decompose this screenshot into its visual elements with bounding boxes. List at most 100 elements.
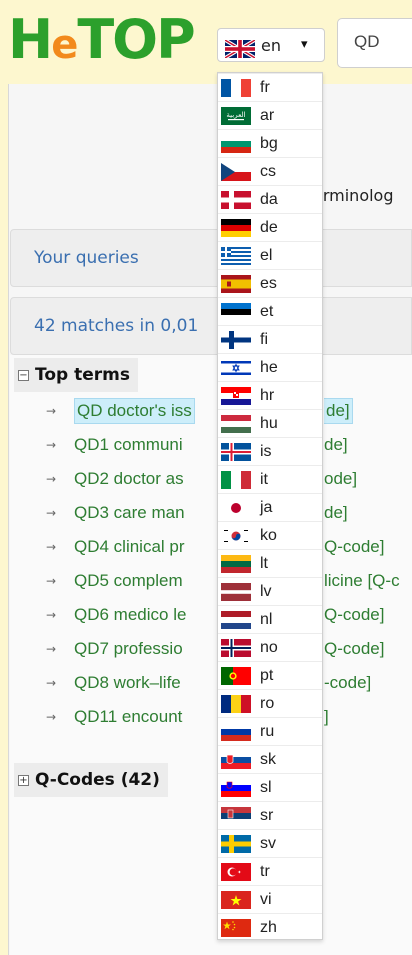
term-label[interactable]: QD4 clinical pr	[74, 537, 185, 557]
language-option-ja[interactable]: ja	[218, 493, 322, 521]
term-row-tail[interactable]: de]	[324, 431, 348, 459]
hetop-logo[interactable]: HeTOP	[8, 10, 196, 75]
language-option-sv[interactable]: sv	[218, 829, 322, 857]
language-option-el[interactable]: el	[218, 241, 322, 269]
term-label[interactable]: QD11 encount	[74, 707, 182, 727]
term-row-tail[interactable]: ode]	[324, 465, 357, 493]
language-code: ar	[260, 106, 275, 124]
language-option-vi[interactable]: vi	[218, 885, 322, 913]
term-label-tail[interactable]: Q-code]	[324, 605, 384, 625]
term-label-tail[interactable]: de]	[324, 398, 353, 424]
language-code: lv	[260, 582, 272, 600]
term-row[interactable]: → QD1 communi	[46, 431, 183, 459]
language-option-sl[interactable]: sl	[218, 773, 322, 801]
term-label[interactable]: QD7 professio	[74, 639, 183, 659]
term-row[interactable]: → QD11 encount	[46, 703, 182, 731]
language-code: is	[260, 442, 272, 460]
term-label[interactable]: QD doctor's iss	[74, 398, 195, 424]
term-label[interactable]: QD6 medico le	[74, 605, 186, 625]
language-option-et[interactable]: et	[218, 297, 322, 325]
search-input[interactable]	[354, 32, 412, 52]
term-row[interactable]: → QD4 clinical pr	[46, 533, 185, 561]
language-option-is[interactable]: is	[218, 437, 322, 465]
language-code: sv	[260, 834, 276, 852]
language-code: pt	[260, 666, 274, 684]
language-option-es[interactable]: es	[218, 269, 322, 297]
language-option-it[interactable]: it	[218, 465, 322, 493]
language-option-ko[interactable]: ko	[218, 521, 322, 549]
language-code: el	[260, 246, 273, 264]
language-code: sr	[260, 806, 274, 824]
language-option-ro[interactable]: ro	[218, 689, 322, 717]
term-label-tail[interactable]: Q-code]	[324, 537, 384, 557]
term-label-tail[interactable]: ]	[324, 707, 329, 727]
term-row[interactable]: → QD doctor's iss	[46, 397, 195, 425]
arrow-right-icon: →	[46, 642, 57, 656]
sk-flag-icon	[221, 750, 251, 769]
language-option-sk[interactable]: sk	[218, 745, 322, 773]
language-option-lt[interactable]: lt	[218, 549, 322, 577]
term-row[interactable]: → QD8 work–life	[46, 669, 181, 697]
sl-flag-icon	[221, 778, 251, 797]
term-row-tail[interactable]: Q-code]	[324, 601, 384, 629]
language-code: bg	[260, 134, 278, 152]
term-label[interactable]: QD1 communi	[74, 435, 183, 455]
term-row-tail[interactable]: -code]	[324, 669, 371, 697]
language-option-cs[interactable]: cs	[218, 157, 322, 185]
language-option-lv[interactable]: lv	[218, 577, 322, 605]
language-option-de[interactable]: de	[218, 213, 322, 241]
language-option-pt[interactable]: pt	[218, 661, 322, 689]
term-label[interactable]: QD8 work–life	[74, 673, 181, 693]
term-label-tail[interactable]: Q-code]	[324, 639, 384, 659]
language-option-hu[interactable]: hu	[218, 409, 322, 437]
term-row-tail[interactable]: Q-code]	[324, 635, 384, 663]
language-option-fi[interactable]: fi	[218, 325, 322, 353]
expand-icon[interactable]: +	[18, 774, 29, 786]
term-label[interactable]: QD5 complem	[74, 571, 183, 591]
language-option-he[interactable]: he	[218, 353, 322, 381]
term-row-tail[interactable]: de]	[324, 397, 353, 425]
language-option-hr[interactable]: hr	[218, 381, 322, 409]
term-label[interactable]: QD2 doctor as	[74, 469, 184, 489]
term-row[interactable]: → QD3 care man	[46, 499, 185, 527]
language-option-fr[interactable]: fr	[218, 73, 322, 101]
term-label-tail[interactable]: de]	[324, 435, 348, 455]
language-dropdown[interactable]: fr العربية ar bg cs da de el es et fi he hr hu is it ja k…	[217, 72, 323, 940]
your-queries-panel[interactable]: Your queries	[10, 229, 412, 287]
language-option-tr[interactable]: tr	[218, 857, 322, 885]
term-row[interactable]: → QD2 doctor as	[46, 465, 184, 493]
language-option-ar[interactable]: العربية ar	[218, 101, 322, 129]
term-label-tail[interactable]: -code]	[324, 673, 371, 693]
language-option-nl[interactable]: nl	[218, 605, 322, 633]
no-flag-icon	[221, 638, 251, 657]
term-row-tail[interactable]: Q-code]	[324, 533, 384, 561]
language-option-zh[interactable]: zh	[218, 913, 322, 941]
term-label-tail[interactable]: de]	[324, 503, 348, 523]
da-flag-icon	[221, 190, 251, 209]
language-option-no[interactable]: no	[218, 633, 322, 661]
hu-flag-icon	[221, 414, 251, 433]
term-label-tail[interactable]: licine [Q-c	[324, 571, 400, 591]
language-option-ru[interactable]: ru	[218, 717, 322, 745]
term-row-tail[interactable]: de]	[324, 499, 348, 527]
term-label[interactable]: QD3 care man	[74, 503, 185, 523]
qcodes-header[interactable]: + Q-Codes (42)	[14, 763, 168, 797]
language-code: he	[260, 358, 278, 376]
language-select[interactable]: en ▾	[217, 28, 325, 62]
term-row-tail[interactable]: licine [Q-c	[324, 567, 400, 595]
term-row-tail[interactable]: ]	[324, 703, 329, 731]
search-box[interactable]	[337, 18, 412, 68]
your-queries-link[interactable]: Your queries	[34, 248, 139, 268]
language-code: it	[260, 470, 268, 488]
qcodes-label: Q-Codes (42)	[35, 770, 160, 790]
term-row[interactable]: → QD6 medico le	[46, 601, 186, 629]
term-label-tail[interactable]: ode]	[324, 469, 357, 489]
language-option-sr[interactable]: sr	[218, 801, 322, 829]
language-option-da[interactable]: da	[218, 185, 322, 213]
language-option-bg[interactable]: bg	[218, 129, 322, 157]
top-terms-header[interactable]: − Top terms	[14, 358, 138, 392]
term-row[interactable]: → QD5 complem	[46, 567, 183, 595]
matches-panel[interactable]: 42 matches in 0,01	[10, 297, 412, 355]
collapse-icon[interactable]: −	[18, 369, 29, 381]
term-row[interactable]: → QD7 professio	[46, 635, 183, 663]
